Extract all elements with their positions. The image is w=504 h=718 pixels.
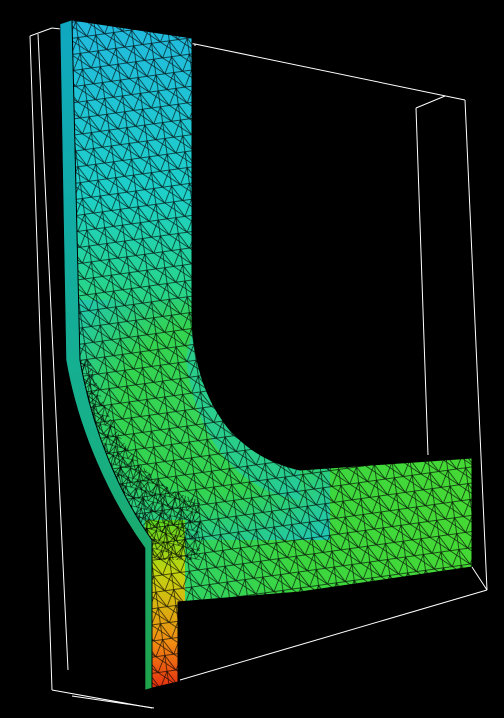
mesh-scene[interactable]	[0, 0, 504, 718]
mesh-lines	[72, 20, 472, 688]
bbox-edge	[29, 27, 53, 37]
bbox-edge	[415, 95, 446, 109]
bbox-edge	[71, 695, 155, 709]
bbox-edge	[415, 107, 429, 456]
3d-viewport[interactable]	[0, 0, 504, 718]
bbox-edge	[179, 589, 488, 681]
bbox-edge	[471, 566, 488, 591]
bbox-edge	[29, 35, 53, 691]
bbox-edge	[194, 43, 466, 101]
mesh-body[interactable]	[60, 15, 490, 705]
